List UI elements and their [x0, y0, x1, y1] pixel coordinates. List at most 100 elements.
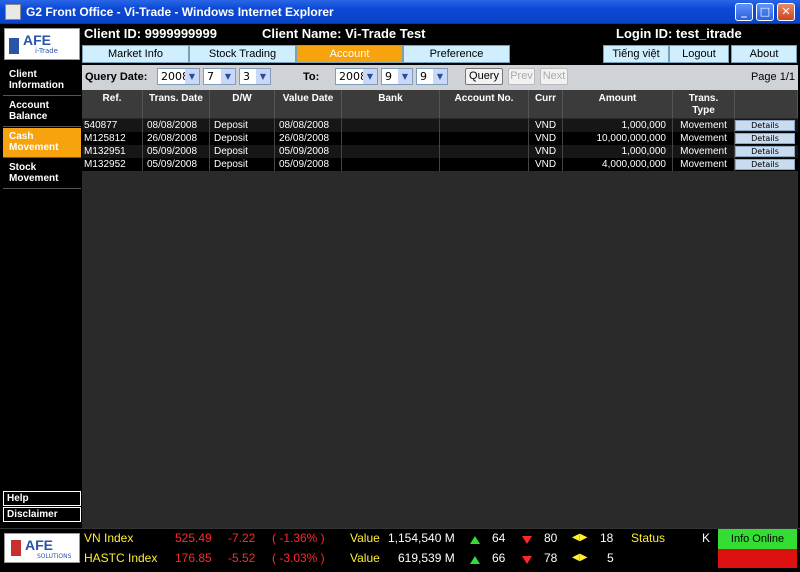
cell-type: Movement	[673, 145, 735, 158]
cell-bank	[342, 145, 440, 158]
cell-ref: M132951	[82, 145, 143, 158]
next-button[interactable]: Next	[540, 68, 568, 85]
cell-dw: Deposit	[210, 158, 275, 171]
sidebar-item-label: Information	[9, 80, 64, 91]
cell-trans-date: 05/09/2008	[143, 145, 210, 158]
from-year-select[interactable]: 2008 ▼	[157, 68, 200, 85]
cell-value-date: 05/09/2008	[275, 158, 342, 171]
cell-account-no	[440, 158, 529, 171]
from-month-select[interactable]: 7 ▼	[203, 68, 236, 85]
details-button[interactable]: Details	[735, 146, 795, 157]
logo-text: AFE	[23, 32, 51, 48]
up-arrow-icon	[470, 533, 480, 547]
cell-trans-date: 26/08/2008	[143, 132, 210, 145]
cell-ref: M132952	[82, 158, 143, 171]
tab-market-info[interactable]: Market Info	[82, 45, 189, 63]
cell-amount: 10,000,000,000	[563, 132, 673, 145]
logo-text: AFE	[25, 537, 53, 553]
cell-type: Movement	[673, 132, 735, 145]
to-day-select[interactable]: 9 ▼	[416, 68, 448, 85]
cell-type: Movement	[673, 119, 735, 132]
logout-button[interactable]: Logout	[669, 45, 729, 63]
query-button[interactable]: Query	[465, 68, 503, 85]
cell-curr: VND	[529, 145, 563, 158]
sidebar-item-account-balance[interactable]: Account Balance	[3, 97, 81, 127]
about-button[interactable]: About	[731, 45, 797, 63]
afe-solutions-logo: AFE SOLUTIONS	[4, 533, 80, 563]
disclaimer-button[interactable]: Disclaimer	[3, 507, 81, 522]
unchanged-arrow-icon: ◀▶	[572, 552, 588, 563]
minimize-button[interactable]: _	[735, 3, 753, 21]
hastc-down-count: 78	[544, 551, 558, 565]
vn-value-label: Value	[350, 531, 380, 545]
browser-icon	[5, 4, 21, 20]
vn-down-count: 80	[544, 531, 558, 545]
query-date-label: Query Date:	[85, 71, 148, 83]
cell-type: Movement	[673, 158, 735, 171]
chevron-down-icon: ▼	[398, 69, 412, 84]
sidebar-item-stock-movement[interactable]: Stock Movement	[3, 159, 81, 189]
sidebar-item-label: Movement	[9, 173, 59, 184]
column-header-trans-type: Trans. Type	[673, 90, 735, 118]
chevron-down-icon: ▼	[433, 69, 447, 84]
vn-flat-count: 18	[600, 531, 614, 545]
cell-trans-date: 05/09/2008	[143, 158, 210, 171]
cell-dw: Deposit	[210, 119, 275, 132]
sidebar-item-label: Movement	[9, 142, 59, 153]
afe-logo: AFE i-Trade	[4, 28, 80, 60]
vn-up-count: 64	[492, 531, 506, 545]
column-header-details	[735, 90, 798, 118]
to-date-label: To:	[303, 71, 320, 83]
tab-account[interactable]: Account	[296, 45, 403, 63]
tab-stock-trading[interactable]: Stock Trading	[189, 45, 296, 63]
sidebar-item-cash-movement[interactable]: Cash Movement	[3, 128, 81, 158]
column-header-dw: D/W	[210, 90, 275, 118]
chevron-down-icon: ▼	[221, 69, 235, 84]
close-button[interactable]: ✕	[777, 3, 795, 21]
details-button[interactable]: Details	[735, 159, 795, 170]
prev-button[interactable]: Prev	[508, 68, 535, 85]
vn-index-pct: ( -1.36% )	[272, 531, 325, 545]
help-button[interactable]: Help	[3, 491, 81, 506]
logo-subtext: i-Trade	[35, 47, 58, 55]
window-title: G2 Front Office - Vi-Trade - Windows Int…	[26, 5, 334, 19]
chevron-down-icon: ▼	[185, 69, 199, 84]
cell-value-date: 08/08/2008	[275, 119, 342, 132]
client-name: Client Name: Vi-Trade Test	[262, 26, 426, 41]
from-day-select[interactable]: 3 ▼	[239, 68, 271, 85]
hastc-index-name: HASTC Index	[84, 551, 158, 565]
details-button[interactable]: Details	[735, 120, 795, 131]
language-button[interactable]: Tiếng việt	[603, 45, 669, 63]
cell-bank	[342, 158, 440, 171]
hastc-index-pct: ( -3.03% )	[272, 551, 325, 565]
table-row: 540877 08/08/2008 Deposit 08/08/2008 VND…	[82, 119, 798, 132]
cell-trans-date: 08/08/2008	[143, 119, 210, 132]
hastc-index-value: 176.85	[175, 551, 212, 565]
cell-account-no	[440, 132, 529, 145]
sidebar-item-label: Stock	[9, 162, 37, 173]
sidebar-item-client-information[interactable]: Client Information	[3, 66, 81, 96]
column-header-bank: Bank	[342, 90, 440, 118]
column-header-value-date: Value Date	[275, 90, 342, 118]
to-month-select[interactable]: 9 ▼	[381, 68, 413, 85]
hastc-up-count: 66	[492, 551, 506, 565]
table-row: M132952 05/09/2008 Deposit 05/09/2008 VN…	[82, 158, 798, 171]
tab-preference[interactable]: Preference	[403, 45, 510, 63]
cell-ref: M125812	[82, 132, 143, 145]
hastc-index-change: -5.52	[228, 551, 256, 565]
from-day-value: 3	[243, 70, 250, 83]
up-arrow-icon	[470, 553, 480, 567]
details-button[interactable]: Details	[735, 133, 795, 144]
unchanged-arrow-icon: ◀▶	[572, 532, 588, 543]
maximize-button[interactable]: □	[756, 3, 774, 21]
cell-amount: 1,000,000	[563, 145, 673, 158]
logo-mark-icon	[11, 540, 21, 556]
cell-value-date: 05/09/2008	[275, 145, 342, 158]
cell-value-date: 26/08/2008	[275, 132, 342, 145]
cell-account-no	[440, 119, 529, 132]
hastc-volume: 619,539 M	[398, 551, 455, 565]
to-year-select[interactable]: 2008 ▼	[335, 68, 378, 85]
vn-volume: 1,154,540 M	[388, 531, 455, 545]
logo-subtext: SOLUTIONS	[37, 553, 72, 560]
login-id: Login ID: test_itrade	[616, 26, 742, 41]
